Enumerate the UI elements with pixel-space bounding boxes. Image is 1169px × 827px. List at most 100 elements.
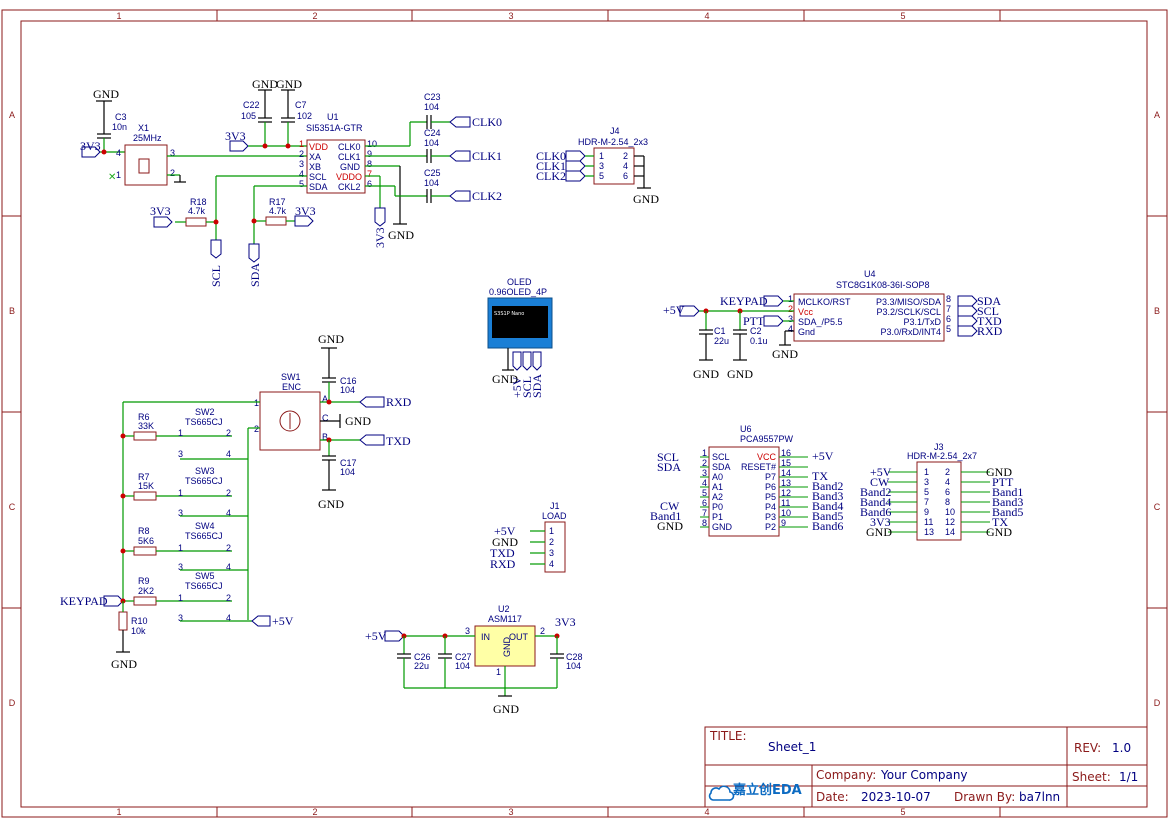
sw5-value: TS665CJ: [185, 581, 223, 591]
schematic-sheet: 1 2 3 4 5 1 2 3 4 5 A B C D A B C D GND …: [1, 9, 1168, 818]
j4-section: J4 HDR-M-2.54_2x3 1 2 3 4 5 6 CLK0 CLK1 …: [536, 126, 659, 206]
j4-flag-clk1: [565, 160, 586, 172]
u4-net-5v: +5V: [663, 303, 685, 317]
net-3v3-u1: 3V3: [225, 129, 246, 143]
j1-ref: J1: [550, 501, 560, 511]
r10-resistor: [118, 611, 128, 631]
sw5-p1: 1: [178, 593, 183, 603]
c24-ref: C24: [424, 128, 441, 138]
j3-pin-odd: 5: [924, 487, 929, 497]
u6-net-sda: SDA: [657, 460, 681, 474]
u6-right-pin-num: 16: [781, 448, 791, 458]
c2-ref: C2: [750, 326, 762, 336]
u4-l3: SDA_/P5.5: [798, 317, 843, 327]
net-scl-u1: SCL: [209, 265, 223, 287]
net-clk0: CLK0: [472, 115, 502, 129]
j1-p1: 1: [549, 526, 554, 536]
j1-section: J1 LOAD 1 2 3 4 +5V GND TXD RXD: [490, 501, 567, 573]
u1-scl: SCL: [309, 172, 327, 182]
j4-net-clk2: CLK2: [536, 169, 566, 183]
u4-l2: Vcc: [798, 307, 814, 317]
x1-pin1: 1: [116, 170, 121, 180]
oled-flag-scl: [522, 351, 532, 371]
tb-sheet-label: Sheet:: [1072, 770, 1111, 784]
u1-gnd: GND: [340, 162, 361, 172]
u6-left-pin-label: A2: [712, 492, 723, 502]
u1-n8: 8: [367, 159, 372, 169]
zone-col-5-bottom: 5: [900, 807, 905, 817]
j1-connector: [544, 521, 566, 573]
u2-p2: 2: [540, 626, 545, 636]
j3-pin-even: 14: [945, 527, 955, 537]
u4-net-rxd: RXD: [977, 324, 1003, 338]
sw3-ref: SW3: [195, 466, 215, 476]
zone-row-a: A: [9, 110, 15, 120]
c26-value: 22u: [414, 661, 429, 671]
r6-value: 33K: [138, 421, 154, 431]
u1-clk0: CLK0: [338, 142, 361, 152]
zone-col-2: 2: [312, 11, 317, 21]
u2-net-5v: +5V: [365, 629, 387, 643]
u6-left-pin-num: 6: [702, 498, 707, 508]
net-3v3-vddo: 3V3: [373, 227, 387, 248]
tb-company-label: Company:: [816, 768, 876, 782]
zone-col-3: 3: [508, 11, 513, 21]
sw4-p2: 2: [226, 543, 231, 553]
u6-section: U6 PCA9557PW SCL VCC1 16SDA RESET#2 15A0 P73 1…: [650, 424, 843, 537]
keypad-net-5v: +5V: [272, 614, 294, 628]
eda-logo: 嘉立创EDA: [708, 782, 802, 801]
oled-screen-text: S3S1P Nano: [494, 311, 524, 317]
j1-value: LOAD: [542, 511, 567, 521]
tb-rev-label: REV:: [1074, 741, 1101, 755]
svg-text:✕: ✕: [108, 172, 116, 183]
u2-net-3v3: 3V3: [555, 615, 576, 629]
c2-gnd: GND: [727, 367, 753, 381]
zone-row-b: B: [9, 306, 15, 316]
u2-ref: U2: [498, 604, 510, 614]
j1-p3: 3: [549, 548, 554, 558]
encoder-keypad-section: GND C16 104 SW1 ENC A C B 1 2 RXD GND TX…: [60, 332, 412, 671]
keypad-row-sw4: R8 5K6 SW4 TS665CJ 1 2 3 4: [120, 521, 248, 572]
r8-value: 5K6: [138, 536, 154, 546]
u2-gnd-pin: GND: [502, 637, 512, 658]
u6-left-pin-label: A0: [712, 472, 723, 482]
u4-flag-ptt: [763, 315, 784, 327]
keypad-row-sw3: R7 15K SW3 TS665CJ 1 2 3 4: [120, 466, 248, 518]
sw2-p1: 1: [178, 428, 183, 438]
j1-net-rxd: RXD: [490, 557, 516, 571]
sw2-p2: 2: [226, 428, 231, 438]
sheet-frame: 1 2 3 4 5 1 2 3 4 5 A B C D A B C D: [1, 9, 1168, 818]
tb-rev: 1.0: [1112, 741, 1131, 755]
zone-row-c-right: C: [1154, 502, 1161, 512]
sw1-ref: SW1: [281, 372, 301, 382]
clock-section: GND C3 10n 3V3 X1 25MHz 4 1 3 2 ✕ GND GN…: [80, 77, 502, 287]
u1-n7: 7: [367, 169, 372, 179]
j3-pin-even: 8: [945, 497, 950, 507]
cloud-icon: [708, 785, 735, 801]
j4-p6: 6: [623, 171, 628, 181]
zone-col-2-bottom: 2: [312, 807, 317, 817]
tb-date: 2023-10-07: [861, 790, 931, 804]
r18-resistor: [185, 217, 207, 227]
u2-p1: 1: [496, 667, 501, 677]
j3-gnd-left: GND: [866, 525, 892, 539]
tb-company: Your Company: [880, 768, 968, 782]
u6-right-pin-label: P2: [765, 522, 776, 532]
zone-row-d: D: [9, 698, 16, 708]
u4-ref: U4: [864, 269, 876, 279]
u4-l4: Gnd: [798, 327, 815, 337]
u6-left-pin-label: SDA: [712, 462, 731, 472]
c2-value: 0.1u: [750, 336, 768, 346]
u1-value: SI5351A-GTR: [306, 123, 363, 133]
x1-oscillator: [124, 144, 168, 186]
sw2-value: TS665CJ: [185, 417, 223, 427]
j4-flag-clk0: [565, 150, 586, 162]
u1-xb: XB: [309, 162, 321, 172]
zone-row-d-right: D: [1154, 698, 1161, 708]
c7-value: 102: [297, 111, 312, 121]
gnd-u1: GND: [388, 228, 414, 242]
sw2-p4: 4: [226, 449, 231, 459]
c22-ref: C22: [243, 100, 260, 110]
net-3v3: 3V3: [80, 139, 101, 153]
u1-vdd: VDD: [309, 142, 329, 152]
